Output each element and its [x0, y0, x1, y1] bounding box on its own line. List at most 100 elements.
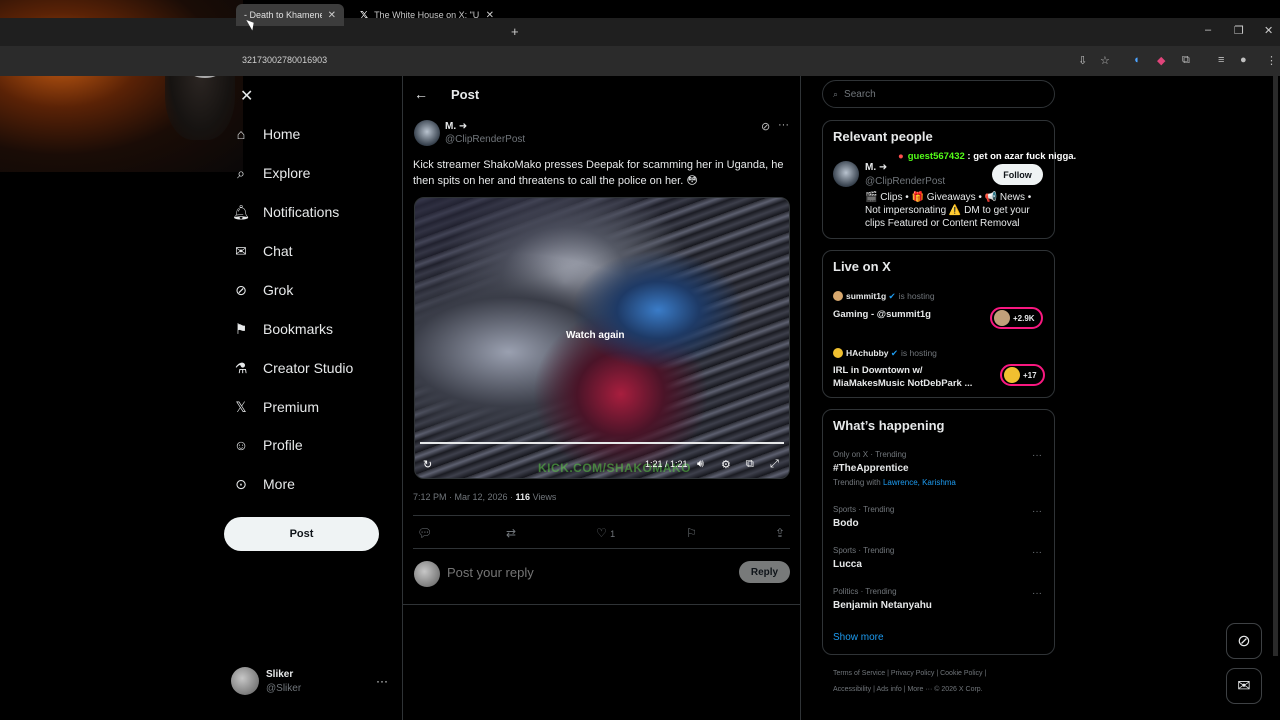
nav-label: Bookmarks — [263, 321, 334, 337]
nav-label: Premium — [263, 399, 320, 415]
pip-icon[interactable]: ⧉ — [746, 458, 754, 471]
avatar — [833, 348, 843, 358]
trend-more-icon[interactable]: ··· — [1032, 588, 1042, 599]
nav-item-premium[interactable]: 𝕏 Premium — [232, 395, 319, 419]
card-title: Live on X — [833, 259, 891, 274]
minimize-button[interactable]: – — [1205, 24, 1211, 36]
account-more-icon[interactable]: ··· — [376, 674, 388, 688]
live-host[interactable]: HAchubby ✔ is hosting — [846, 348, 937, 359]
menu-kebab-icon[interactable]: ⋮ — [1266, 54, 1277, 67]
profile-icon[interactable]: ● — [1240, 54, 1247, 66]
nav-label: Grok — [263, 282, 294, 298]
nav-item-explore[interactable]: ⌕ Explore — [232, 161, 310, 185]
live-listeners-pill[interactable]: +17 — [1000, 364, 1045, 386]
avatar — [833, 291, 843, 301]
reply-input[interactable] — [447, 565, 717, 580]
browser-tab[interactable]: 𝕏 The White House on X: "UNDE ✕ — [352, 4, 502, 26]
nav-item-notifications[interactable]: 🔔︎ Notifications — [232, 200, 339, 224]
author-avatar[interactable] — [414, 120, 440, 146]
footer-links[interactable]: Accessibility | Ads info | More ··· © 20… — [833, 686, 983, 693]
messages-floating-button[interactable]: ✉ — [1226, 668, 1262, 704]
tweet-meta: 7:12 PM · Mar 12, 2026 · 116 Views — [413, 492, 556, 502]
nav-item-profile[interactable]: ☺ Profile — [232, 433, 303, 457]
avatar[interactable] — [833, 161, 859, 187]
card-title: What’s happening — [833, 418, 945, 433]
person-name[interactable]: M. ➜ — [865, 162, 887, 173]
nav-item-creator-studio[interactable]: ⚗ Creator Studio — [232, 356, 354, 380]
divider — [413, 515, 790, 516]
author-name[interactable]: M. ➜ — [445, 121, 467, 132]
trend-meta: Sports · Trending — [833, 505, 895, 514]
reading-list-icon[interactable]: ≡ — [1218, 54, 1224, 66]
envelope-icon: ✉ — [1237, 678, 1251, 695]
live-listeners-pill[interactable]: +2.9K — [990, 307, 1043, 329]
nav-item-home[interactable]: ⌂ Home — [232, 122, 301, 146]
verified-icon: ✔ — [890, 348, 898, 358]
trend-name[interactable]: #TheApprentice — [833, 463, 909, 474]
reply-icon[interactable]: 💬︎ — [417, 526, 432, 540]
scrollbar[interactable] — [1273, 76, 1278, 656]
nav-item-chat[interactable]: ✉ Chat — [232, 239, 292, 263]
puzzle-icon[interactable]: ⧉ — [1182, 54, 1190, 67]
nav-label: Home — [263, 126, 301, 142]
grok-icon[interactable]: ⊘ — [761, 120, 770, 133]
show-more-link[interactable]: Show more — [833, 632, 884, 643]
more-circle-icon: ⊙ — [235, 475, 247, 492]
share-icon[interactable]: ⇪ — [775, 526, 785, 540]
post-button[interactable]: Post — [224, 517, 379, 551]
restore-button[interactable]: ❐ — [1234, 24, 1244, 37]
extension-icon[interactable]: ◖ — [1133, 54, 1140, 66]
search-box[interactable]: ⌕ — [822, 80, 1055, 108]
settings-gear-icon[interactable]: ⚙ — [721, 458, 731, 471]
tab-close-icon[interactable]: ✕ — [486, 10, 494, 21]
x-logo-icon: 𝕏 — [235, 398, 247, 415]
person-handle[interactable]: @ClipRenderPost — [865, 176, 945, 187]
person-icon: ☺ — [233, 437, 249, 453]
trend-name[interactable]: Bodo — [833, 518, 859, 529]
live-title[interactable]: IRL in Downtown w/ MiaMakesMusic NotDebP… — [833, 364, 988, 390]
nav-item-more[interactable]: ⊙ More — [232, 472, 295, 496]
star-icon[interactable]: ☆ — [1100, 54, 1110, 67]
trend-name[interactable]: Benjamin Netanyahu — [833, 600, 932, 611]
retweet-icon[interactable]: ⇄ — [506, 526, 516, 540]
more-options-icon[interactable]: ··· — [778, 119, 789, 131]
tweet-timestamp: 7:12 PM · Mar 12, 2026 · — [413, 492, 516, 502]
url-text[interactable]: 32173002780016903 — [242, 55, 327, 65]
close-window-button[interactable]: ✕ — [1264, 24, 1273, 37]
nav-label: Notifications — [263, 204, 340, 220]
video-time: 1:21 / 1:21 — [645, 459, 688, 469]
account-handle: @Sliker — [266, 683, 302, 694]
trend-more-icon[interactable]: ··· — [1032, 547, 1042, 558]
trend-with-links[interactable]: Lawrence, Karishma — [883, 478, 956, 487]
trend-more-icon[interactable]: ··· — [1032, 450, 1042, 461]
x-home-logo[interactable]: ✕ — [240, 86, 253, 106]
nav-label: More — [263, 476, 295, 492]
account-name[interactable]: Sliker — [266, 669, 293, 680]
new-tab-button[interactable]: + — [511, 24, 519, 39]
volume-icon[interactable]: 🔊︎ — [697, 458, 704, 471]
tab-close-icon[interactable]: ✕ — [328, 10, 336, 21]
grok-floating-button[interactable]: ⊘ — [1226, 623, 1262, 659]
reply-button[interactable]: Reply — [739, 561, 790, 583]
avatar[interactable] — [231, 667, 259, 695]
like-button[interactable]: ♡ 1 — [596, 526, 615, 540]
author-handle[interactable]: @ClipRenderPost — [445, 134, 525, 145]
follow-button[interactable]: Follow — [992, 164, 1043, 185]
search-input[interactable] — [844, 88, 1025, 100]
bell-icon: 🔔︎ — [232, 203, 250, 220]
footer-links[interactable]: Terms of Service | Privacy Policy | Cook… — [833, 670, 986, 677]
nav-item-grok[interactable]: ⊘ Grok — [232, 278, 293, 302]
extension-icon[interactable]: ◆ — [1157, 54, 1165, 67]
live-title[interactable]: Gaming - @summit1g — [833, 308, 931, 321]
replay-icon[interactable]: ↻ — [423, 458, 432, 471]
install-app-icon[interactable]: ⇩ — [1078, 54, 1087, 67]
nav-item-bookmarks[interactable]: ⚑ Bookmarks — [232, 317, 333, 341]
trend-name[interactable]: Lucca — [833, 559, 862, 570]
fullscreen-icon[interactable]: ⤢ — [770, 458, 779, 471]
watch-again-button[interactable]: Watch again — [566, 330, 625, 341]
back-arrow-icon[interactable]: ← — [414, 86, 428, 102]
trend-more-icon[interactable]: ··· — [1032, 506, 1042, 517]
video-progress-bar[interactable] — [420, 442, 784, 444]
bookmark-icon[interactable]: ⚐ — [686, 526, 697, 540]
live-host[interactable]: summit1g ✔ is hosting — [846, 291, 935, 302]
